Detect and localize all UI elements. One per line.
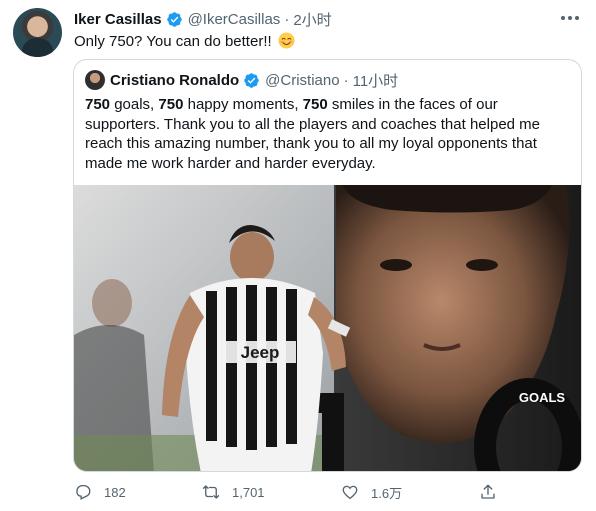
quoted-image-artwork: Jeep GOALS [74,185,581,471]
separator-dot: · [284,10,290,28]
quoted-tweet-timestamp[interactable]: 11小时 [353,70,399,91]
like-icon [342,485,358,500]
tweet-actions: 182 1,701 1.6万 [0,480,596,504]
quoted-tweet[interactable]: Cristiano Ronaldo @Cristiano · 11小时 750 … [73,59,582,472]
more-options-icon[interactable] [561,12,581,24]
reply-button[interactable]: 182 [74,480,126,504]
tweet-text: Only 750? You can do better!! [74,32,295,52]
verified-badge-icon [166,11,182,27]
verified-badge-icon [244,72,259,88]
tweet[interactable]: Iker Casillas @IkerCasillas · 2小时 Only 7… [0,0,596,511]
share-icon [481,484,495,499]
like-button[interactable]: 1.6万 [341,480,402,504]
retweet-button[interactable]: 1,701 [202,480,265,504]
retweet-count: 1,701 [232,484,265,500]
share-button[interactable] [479,480,509,504]
tweet-text-content: Only 750? You can do better!! [74,33,272,50]
quoted-tweet-text: 750 goals, 750 happy moments, 750 smiles… [85,95,575,173]
reply-count: 182 [104,484,126,500]
goal-count-1: 750 [85,96,111,113]
quoted-tweet-header: Cristiano Ronaldo @Cristiano · 11小时 [85,70,398,90]
separator-dot: · [343,71,349,89]
reply-icon [76,484,91,500]
like-count: 1.6万 [371,485,403,501]
author-handle[interactable]: @IkerCasillas [188,11,281,28]
quoted-author-handle[interactable]: @Cristiano [265,72,339,89]
goals-caption: GOALS [519,390,566,405]
quoted-author-avatar[interactable] [85,70,105,90]
quoted-tweet-image[interactable]: Jeep GOALS [74,185,581,471]
author-avatar[interactable] [13,8,62,57]
tweet-timestamp[interactable]: 2小时 [293,9,331,30]
tweet-header: Iker Casillas @IkerCasillas · 2小时 [74,9,332,29]
quoted-text-part-1: goals, [110,96,159,113]
goal-count-3: 750 [302,96,328,113]
author-name[interactable]: Iker Casillas [74,11,162,28]
smiling-face-emoji-icon [278,32,295,49]
quoted-author-name[interactable]: Cristiano Ronaldo [110,72,239,89]
jersey-sponsor-text: Jeep [241,343,280,362]
quoted-text-part-2: happy moments, [183,96,303,113]
goal-count-2: 750 [158,96,184,113]
retweet-icon [202,485,220,499]
